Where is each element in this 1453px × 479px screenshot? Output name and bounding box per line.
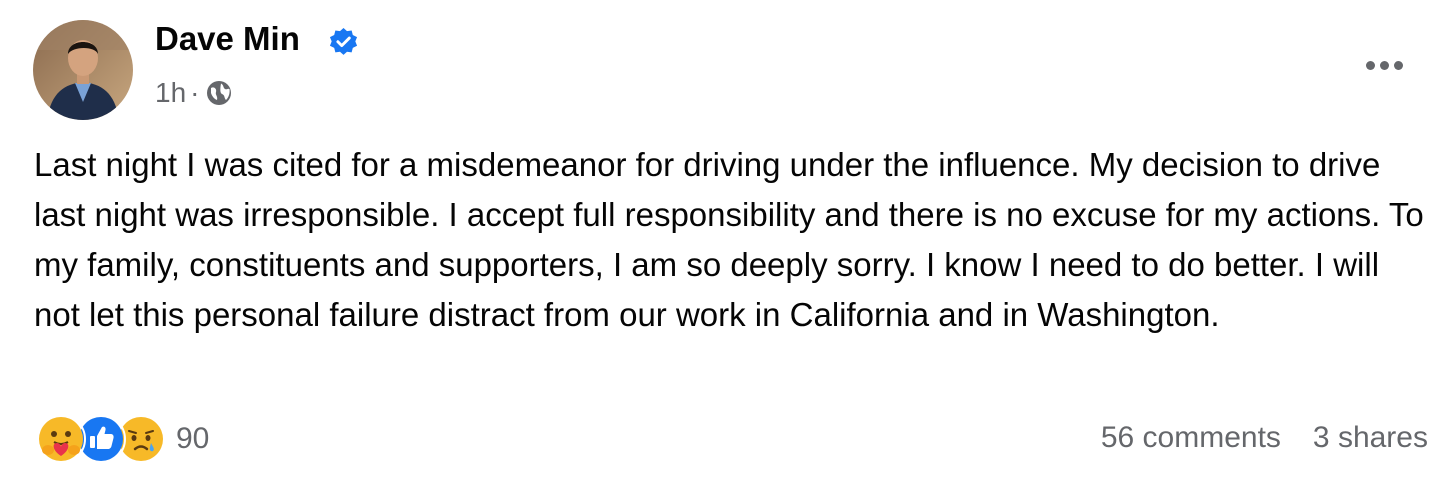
- comments-count[interactable]: 56 comments: [1101, 421, 1281, 455]
- meta-separator: ·: [190, 77, 200, 108]
- post-text: Last night I was cited for a misdemeanor…: [34, 146, 1424, 333]
- verified-badge-icon: [328, 27, 359, 58]
- more-options-icon[interactable]: [1360, 54, 1408, 76]
- reactions-summary[interactable]: 90: [36, 414, 209, 464]
- post-meta: 1h ·: [155, 76, 233, 110]
- post-stats: 56 comments 3 shares: [1101, 421, 1428, 455]
- facebook-post: Dave Min 1h · Last night I was cited for…: [0, 0, 1453, 479]
- post-time[interactable]: 1h: [155, 77, 186, 109]
- author-avatar[interactable]: [33, 20, 133, 120]
- globe-icon[interactable]: [205, 79, 233, 107]
- author-name[interactable]: Dave Min: [155, 20, 300, 58]
- care-reaction-icon: [36, 414, 86, 464]
- reaction-count[interactable]: 90: [176, 422, 209, 456]
- shares-count[interactable]: 3 shares: [1313, 421, 1428, 455]
